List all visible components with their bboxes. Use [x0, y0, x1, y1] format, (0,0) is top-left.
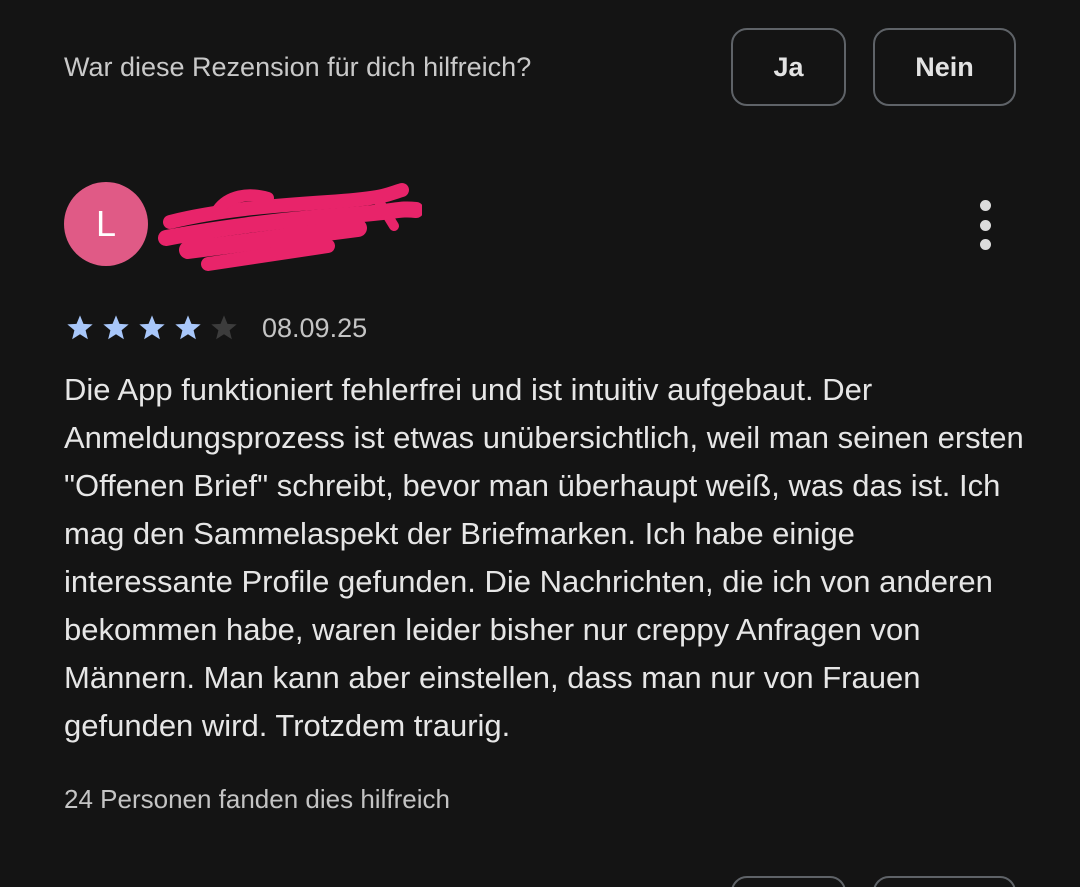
- review-header: L: [64, 182, 1016, 271]
- rating-row: 08.09.25: [64, 311, 367, 345]
- helpful-question: War diese Rezension für dich hilfreich?: [64, 52, 532, 82]
- next-review-no-button[interactable]: [873, 876, 1016, 887]
- yes-button[interactable]: Ja: [731, 28, 846, 106]
- avatar: L: [64, 182, 148, 266]
- next-review-yes-button[interactable]: [731, 876, 846, 887]
- review-date: 08.09.25: [262, 312, 368, 343]
- star-empty-icon: [211, 315, 237, 340]
- star-filled-icon: [175, 315, 201, 340]
- review-page: War diese Rezension für dich hilfreich? …: [0, 0, 1080, 887]
- helpful-count: 24 Personen fanden dies hilfreich: [64, 784, 450, 814]
- no-button[interactable]: Nein: [873, 28, 1016, 106]
- star-rating: [64, 312, 240, 344]
- more-vert-icon[interactable]: [970, 200, 1000, 250]
- helpful-prompt: War diese Rezension für dich hilfreich? …: [64, 28, 1016, 110]
- star-filled-icon: [67, 315, 93, 340]
- review-text: Die App funktioniert fehlerfrei und ist …: [64, 372, 1024, 743]
- star-filled-icon: [139, 315, 165, 340]
- star-filled-icon: [103, 315, 129, 340]
- author-name-redaction: [158, 183, 422, 271]
